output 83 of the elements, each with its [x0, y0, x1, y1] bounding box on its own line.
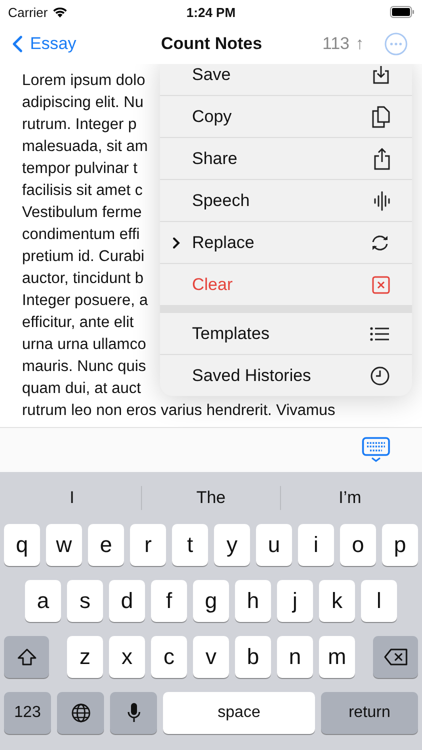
- text-line: Vestibulum ferme: [22, 203, 142, 223]
- text-line: urna urna ullamco: [22, 335, 146, 355]
- status-time: 1:24 PM: [186, 4, 236, 20]
- globe-icon: [70, 703, 90, 723]
- key[interactable]: n: [277, 636, 313, 678]
- menu-item[interactable]: Speech: [160, 180, 412, 221]
- text-line: Integer posuere, a: [22, 291, 148, 311]
- word-count: 113: [322, 34, 350, 54]
- key[interactable]: z: [67, 636, 103, 678]
- keyboard-dismiss-icon[interactable]: [362, 437, 390, 463]
- menu-item[interactable]: Replace: [160, 222, 412, 263]
- key[interactable]: u: [256, 524, 292, 566]
- text-line: mauris. Nunc quis: [22, 357, 146, 377]
- share-icon: [374, 148, 390, 170]
- key[interactable]: s: [67, 580, 103, 622]
- text-line: condimentum effi: [22, 225, 140, 245]
- delete-key[interactable]: [373, 636, 418, 678]
- text-line: quam dui, at auct: [22, 379, 141, 399]
- waveform-icon: [374, 190, 390, 210]
- text-line: adipiscing elit. Nu: [22, 93, 144, 113]
- microphone-icon: [126, 702, 140, 724]
- count-arrow[interactable]: ↑: [356, 34, 364, 54]
- key[interactable]: h: [235, 580, 271, 622]
- key[interactable]: o: [340, 524, 376, 566]
- text-line: Lorem ipsum dolo: [22, 71, 146, 91]
- text-line: rutrum. Integer p: [22, 115, 137, 135]
- menu-item[interactable]: Share: [160, 138, 412, 179]
- key[interactable]: w: [46, 524, 82, 566]
- text-line: tempor pulvinar t: [22, 159, 138, 179]
- key[interactable]: f: [151, 580, 187, 622]
- suggestion[interactable]: I’m: [281, 488, 419, 508]
- menu-item[interactable]: Templates: [160, 313, 412, 354]
- menu-item[interactable]: Saved Histories: [160, 355, 412, 396]
- menu-item[interactable]: Save: [160, 64, 412, 95]
- globe-key[interactable]: [57, 692, 104, 734]
- key[interactable]: t: [172, 524, 208, 566]
- copy-icon: [372, 106, 390, 128]
- wifi-icon: [52, 6, 68, 18]
- list-icon: [370, 326, 390, 340]
- return-key[interactable]: return: [321, 692, 418, 734]
- key[interactable]: p: [382, 524, 418, 566]
- key[interactable]: k: [319, 580, 355, 622]
- text-line: rutrum leo non eros varius hendrerit. Vivamus: [22, 401, 336, 421]
- numbers-key[interactable]: 123: [4, 692, 51, 734]
- key[interactable]: i: [298, 524, 334, 566]
- space-key[interactable]: space: [163, 692, 315, 734]
- key[interactable]: d: [109, 580, 145, 622]
- text-line: efficitur, ante elit: [22, 313, 134, 333]
- back-button[interactable]: Essay: [12, 34, 76, 54]
- text-line: malesuada, sit am: [22, 137, 148, 157]
- key[interactable]: b: [235, 636, 271, 678]
- shift-icon: [16, 648, 36, 666]
- text-line: facilisis sit amet c: [22, 181, 143, 201]
- chevron-icon: [172, 236, 180, 248]
- key[interactable]: e: [88, 524, 124, 566]
- nav-title: Count Notes: [161, 34, 262, 54]
- delete-icon: [384, 648, 408, 666]
- suggestion[interactable]: The: [142, 488, 280, 508]
- mic-key[interactable]: [110, 692, 157, 734]
- shift-key[interactable]: [4, 636, 49, 678]
- key[interactable]: m: [319, 636, 355, 678]
- back-chevron-icon: [12, 35, 23, 53]
- suggestion[interactable]: I: [3, 488, 141, 508]
- close-icon: [372, 276, 390, 294]
- key[interactable]: y: [214, 524, 250, 566]
- key[interactable]: j: [277, 580, 313, 622]
- key[interactable]: g: [193, 580, 229, 622]
- key[interactable]: a: [25, 580, 61, 622]
- text-line: auctor, tincidunt b: [22, 269, 144, 289]
- refresh-icon: [370, 234, 390, 252]
- battery-icon: [390, 6, 415, 18]
- download-tray-icon: [372, 64, 390, 84]
- key[interactable]: v: [193, 636, 229, 678]
- key[interactable]: x: [109, 636, 145, 678]
- key[interactable]: r: [130, 524, 166, 566]
- key[interactable]: c: [151, 636, 187, 678]
- menu-item[interactable]: Clear: [160, 264, 412, 305]
- carrier-label: Carrier: [8, 4, 48, 20]
- clock-icon: [370, 366, 390, 386]
- text-line: pretium id. Curabi: [22, 247, 144, 267]
- menu-item[interactable]: Copy: [160, 96, 412, 137]
- key[interactable]: l: [361, 580, 397, 622]
- key[interactable]: q: [4, 524, 40, 566]
